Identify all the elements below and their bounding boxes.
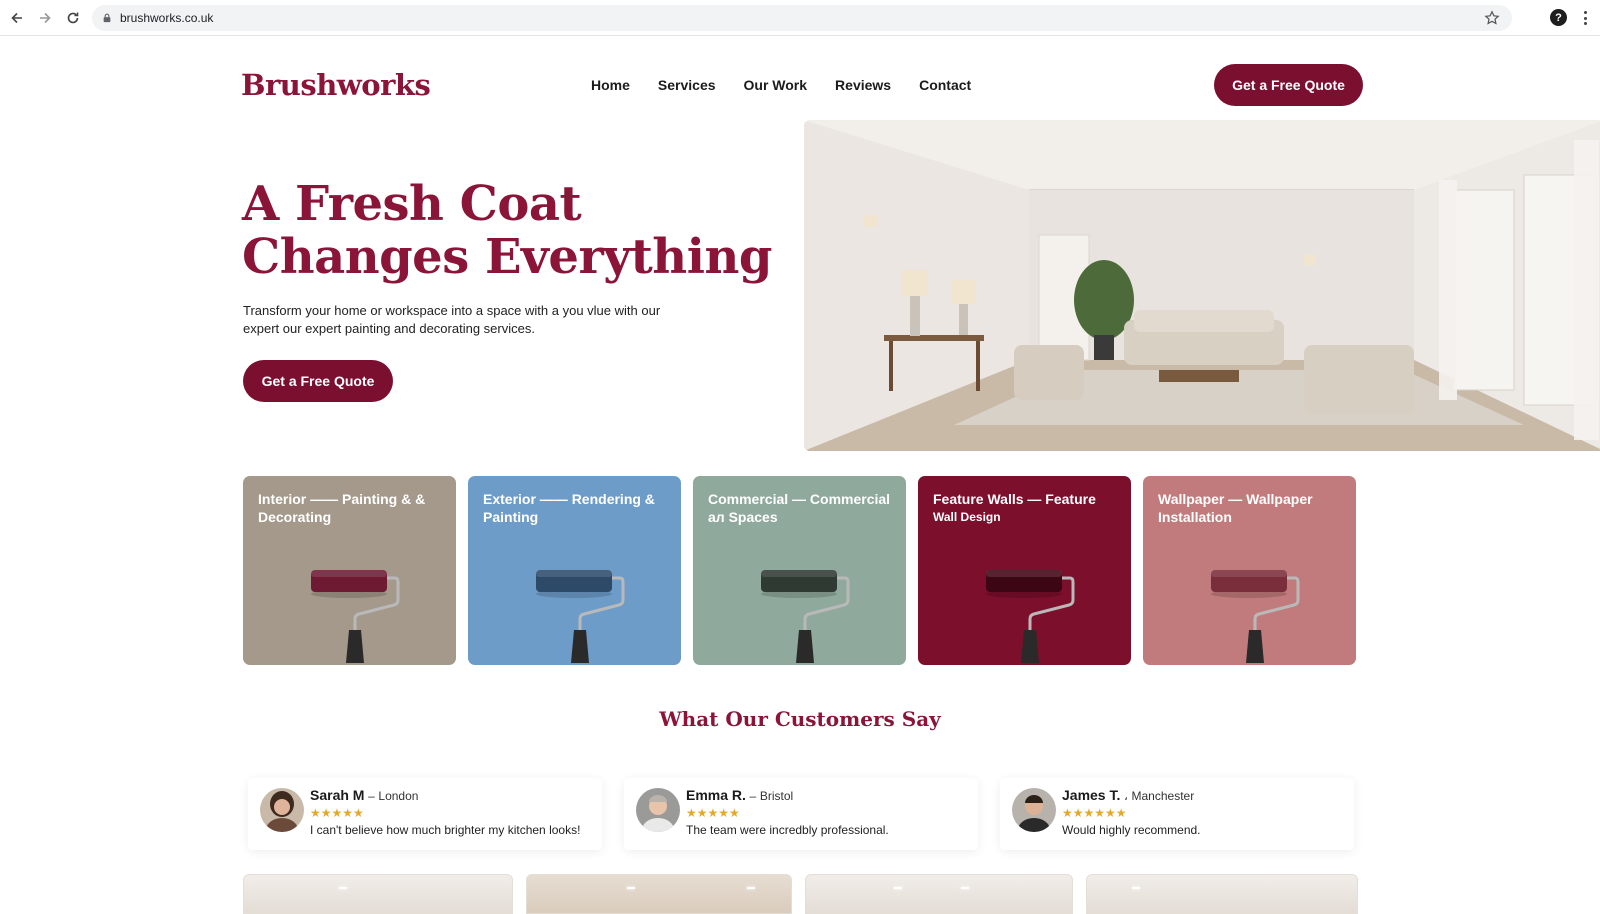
- service-card-title-text: Wallpaper — Wallpaper Installation: [1158, 491, 1313, 525]
- reviewer-separator: ،: [1124, 789, 1128, 803]
- header-quote-button[interactable]: Get a Free Quote: [1214, 64, 1363, 106]
- rating-stars: ★★★★★: [310, 806, 364, 820]
- avatar: [1012, 788, 1056, 832]
- service-card-title-text: Commercial — Commercial aл Spaces: [708, 491, 891, 525]
- hero-description: Transform your home or workspace into a …: [243, 303, 661, 336]
- hero-title-line-1: A Fresh Coat: [242, 176, 582, 232]
- gallery-image[interactable]: [805, 874, 1073, 914]
- hero-title: A Fresh Coat Changes Everything: [242, 178, 782, 284]
- testimonials-heading: What Our Customers Say: [659, 707, 941, 731]
- nav-home[interactable]: Home: [591, 77, 630, 93]
- hero-living-room-image: [804, 120, 1600, 451]
- avatar: [260, 788, 304, 832]
- reviewer-line: James T. ، Manchester: [1062, 787, 1194, 803]
- reviewer-line: Sarah M – London: [310, 787, 418, 803]
- reviewer-separator: –: [368, 789, 375, 803]
- service-card[interactable]: Exterior —— Rendering & Painting: [468, 476, 681, 665]
- reload-icon[interactable]: [62, 7, 84, 29]
- service-card-title-text: Interior —— Painting & & Decorating: [258, 491, 426, 525]
- service-card-title-text: Exterior —— Rendering & Painting: [483, 491, 655, 525]
- service-card-title: Feature Walls — Feature Wall Design: [933, 490, 1121, 526]
- service-card-title-text: Feature Walls — Feature: [933, 491, 1096, 507]
- review-quote: Would highly recommend.: [1062, 823, 1201, 837]
- avatar: [636, 788, 680, 832]
- review-quote: The team were incredbly professional.: [686, 823, 889, 837]
- nav-contact[interactable]: Contact: [919, 77, 971, 93]
- extension-icon[interactable]: ?: [1550, 9, 1567, 26]
- back-icon[interactable]: [6, 7, 28, 29]
- paint-roller-icon: [311, 570, 400, 663]
- gallery-image[interactable]: [1086, 874, 1358, 914]
- service-card[interactable]: Feature Walls — Feature Wall Design: [918, 476, 1131, 665]
- service-card-title: Exterior —— Rendering & Painting: [483, 490, 671, 526]
- hero-title-line-2: Changes Everything: [242, 229, 772, 285]
- url-text: brushworks.co.uk: [120, 11, 214, 25]
- paint-roller-icon: [1211, 570, 1300, 663]
- review-card: James T. ، Manchester ★★★★★★ Would highl…: [1000, 778, 1354, 850]
- review-card: Sarah M – London ★★★★★ I can't believe h…: [248, 778, 602, 850]
- main-nav: Home Services Our Work Reviews Contact: [591, 77, 999, 93]
- reviewer-name: James T.: [1062, 787, 1121, 803]
- reviewer-city: London: [378, 789, 419, 803]
- reviewer-name: Sarah M: [310, 787, 365, 803]
- review-quote: I can't believe how much brighter my kit…: [310, 823, 581, 837]
- paint-roller-icon: [761, 570, 850, 663]
- service-card[interactable]: Wallpaper — Wallpaper Installation: [1143, 476, 1356, 665]
- browser-toolbar: brushworks.co.uk ?: [0, 0, 1600, 36]
- address-bar[interactable]: brushworks.co.uk: [92, 5, 1512, 31]
- project-gallery: [243, 874, 1371, 914]
- service-card[interactable]: Interior —— Painting & & Decorating: [243, 476, 456, 665]
- testimonials-list: Sarah M – London ★★★★★ I can't believe h…: [248, 778, 1376, 850]
- site-logo[interactable]: Brushworks: [241, 68, 431, 102]
- service-card-title: Interior —— Painting & & Decorating: [258, 490, 446, 526]
- paint-roller-icon: [536, 570, 625, 663]
- review-card: Emma R. – Bristol ★★★★★ The team were in…: [624, 778, 978, 850]
- reviewer-separator: –: [749, 789, 757, 803]
- service-card[interactable]: Commercial — Commercial aл Spaces: [693, 476, 906, 665]
- reviewer-city: Manchester: [1131, 789, 1195, 803]
- reviewer-name: Emma R.: [686, 787, 746, 803]
- bookmark-star-icon[interactable]: [1484, 10, 1500, 26]
- reviewer-line: Emma R. – Bristol: [686, 787, 793, 803]
- rating-stars: ★★★★★: [686, 806, 740, 820]
- gallery-image[interactable]: [243, 874, 513, 914]
- hero-quote-button[interactable]: Get a Free Quote: [243, 360, 393, 402]
- rating-stars: ★★★★★★: [1062, 806, 1127, 820]
- living-room-illustration: [804, 120, 1600, 451]
- service-card-title: Commercial — Commercial aл Spaces: [708, 490, 896, 526]
- browser-menu-icon[interactable]: [1580, 8, 1590, 28]
- service-card-title: Wallpaper — Wallpaper Installation: [1158, 490, 1346, 526]
- nav-reviews[interactable]: Reviews: [835, 77, 891, 93]
- services-grid: Interior —— Painting & & Decorating Exter…: [243, 476, 1368, 665]
- reviewer-city: Bristol: [759, 789, 794, 803]
- service-card-subtitle: Wall Design: [933, 510, 1001, 524]
- paint-roller-icon: [986, 570, 1075, 663]
- lock-icon: [102, 12, 114, 24]
- nav-our-work[interactable]: Our Work: [744, 77, 808, 93]
- gallery-image[interactable]: [526, 874, 792, 914]
- forward-icon[interactable]: [34, 7, 56, 29]
- nav-services[interactable]: Services: [658, 77, 716, 93]
